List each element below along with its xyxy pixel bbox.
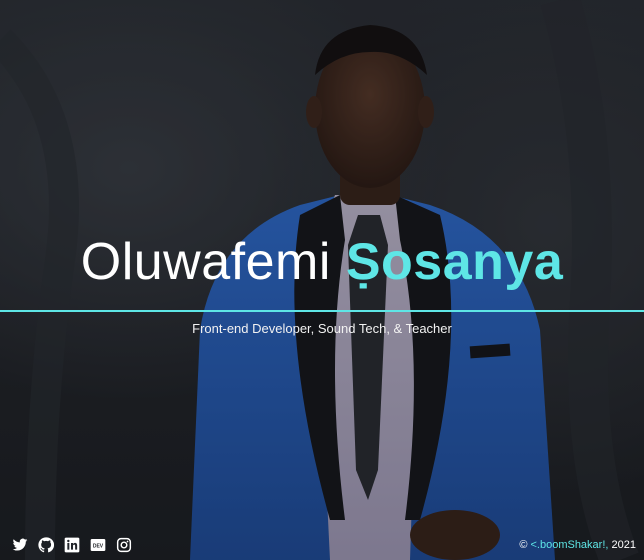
svg-text:DEV: DEV xyxy=(93,543,104,549)
github-icon xyxy=(38,537,54,553)
linkedin-link[interactable] xyxy=(64,537,80,553)
last-name: Ṣosanya xyxy=(345,233,564,291)
tagline: Front-end Developer, Sound Tech, & Teach… xyxy=(192,321,452,336)
twitter-link[interactable] xyxy=(12,537,28,553)
instagram-link[interactable] xyxy=(116,537,132,553)
twitter-icon xyxy=(12,538,28,551)
social-links: DEV xyxy=(12,537,132,553)
copyright-symbol: © xyxy=(519,539,528,551)
brand-link[interactable]: <.boomShakar!, xyxy=(530,539,608,551)
linkedin-icon xyxy=(64,537,80,553)
copyright-notice: © <.boomShakar!, 2021 xyxy=(519,539,636,551)
dev-link[interactable]: DEV xyxy=(90,537,106,553)
github-link[interactable] xyxy=(38,537,54,553)
first-name: Oluwafemi xyxy=(80,233,331,291)
dev-icon: DEV xyxy=(90,539,106,551)
copyright-year: 2021 xyxy=(611,539,636,551)
hero-name-heading: Oluwafemi Ṣosanya xyxy=(0,236,644,288)
accent-divider-line xyxy=(0,310,644,312)
instagram-icon xyxy=(116,537,132,553)
